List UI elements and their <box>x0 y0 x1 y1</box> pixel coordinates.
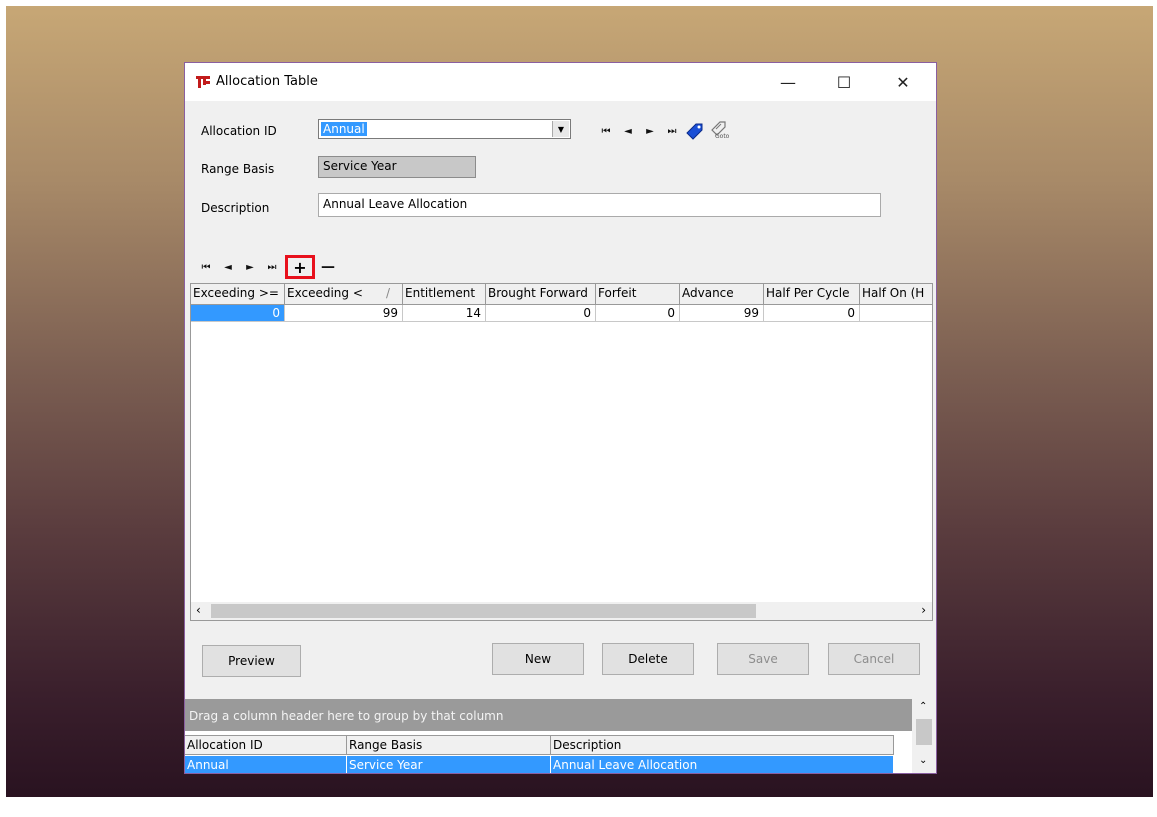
preview-button-label: Preview <box>228 654 275 668</box>
group-by-area[interactable]: Drag a column header here to group by th… <box>185 699 912 731</box>
allocation-grid[interactable]: Exceeding >= Exceeding < / Entitlement B… <box>190 283 933 621</box>
list-column-header[interactable]: Range Basis <box>347 735 551 755</box>
record-navigator: ⏮ ◄ ► ⏭ Goto <box>595 120 735 142</box>
grid-first-button[interactable]: ⏮ <box>195 258 217 276</box>
sort-indicator: / <box>385 286 390 300</box>
new-button[interactable]: New <box>492 643 584 675</box>
list-cell[interactable]: Annual Leave Allocation <box>551 756 894 773</box>
close-button[interactable]: ✕ <box>880 63 926 101</box>
delete-button-label: Delete <box>628 652 668 666</box>
delete-button[interactable]: Delete <box>602 643 694 675</box>
window-title: Allocation Table <box>216 74 318 89</box>
column-header[interactable]: Exceeding >= <box>191 284 285 304</box>
grid-header: Exceeding >= Exceeding < / Entitlement B… <box>191 284 932 305</box>
grid-cell[interactable]: 0 <box>764 305 860 322</box>
grid-navigator: ⏮ ◄ ► ⏭ + — <box>195 255 339 279</box>
column-header[interactable]: Advance <box>680 284 764 304</box>
grid-cell[interactable] <box>860 305 932 322</box>
scroll-left-icon[interactable]: ‹ <box>196 603 201 617</box>
preview-button[interactable]: Preview <box>202 645 301 677</box>
list-header: Allocation ID Range Basis Description <box>185 735 894 755</box>
maximize-button[interactable]: ☐ <box>821 63 867 101</box>
grid-cell[interactable]: 0 <box>191 305 285 322</box>
allocation-id-value: Annual <box>321 122 367 136</box>
allocation-list-panel: Drag a column header here to group by th… <box>185 699 936 773</box>
list-column-header[interactable]: Allocation ID <box>185 735 347 755</box>
range-basis-label: Range Basis <box>201 162 275 176</box>
minimize-button[interactable]: — <box>765 63 811 101</box>
cancel-button-label: Cancel <box>853 652 895 666</box>
goto-label: Goto <box>715 133 730 140</box>
grid-cell[interactable]: 99 <box>285 305 403 322</box>
column-header[interactable]: Entitlement <box>403 284 486 304</box>
range-basis-field: Service Year <box>318 156 476 178</box>
vertical-scrollbar[interactable]: ⌃ ⌄ <box>912 699 936 773</box>
grid-prev-button[interactable]: ◄ <box>217 258 239 276</box>
goto-button[interactable]: Goto <box>709 120 735 142</box>
remove-row-button[interactable]: — <box>317 258 339 276</box>
column-header[interactable]: Half On (H <box>860 284 932 304</box>
next-record-button[interactable]: ► <box>639 122 661 140</box>
grid-cell[interactable]: 14 <box>403 305 486 322</box>
column-header-label: Exceeding < <box>287 286 363 300</box>
column-header[interactable]: Brought Forward <box>486 284 596 304</box>
grid-last-button[interactable]: ⏭ <box>261 258 283 276</box>
description-input[interactable]: Annual Leave Allocation <box>318 193 881 217</box>
scrollbar-thumb[interactable] <box>916 719 932 745</box>
list-column-header[interactable]: Description <box>551 735 894 755</box>
column-header[interactable]: Forfeit <box>596 284 680 304</box>
chevron-down-icon[interactable]: ▼ <box>552 121 569 137</box>
app-icon <box>196 76 210 88</box>
title-bar: Allocation Table — ☐ ✕ <box>185 63 936 101</box>
tag-icon[interactable] <box>683 121 705 141</box>
grid-cell[interactable]: 99 <box>680 305 764 322</box>
scrollbar-thumb[interactable] <box>211 604 756 618</box>
cancel-button[interactable]: Cancel <box>828 643 920 675</box>
column-header[interactable]: Half Per Cycle <box>764 284 860 304</box>
allocation-id-label: Allocation ID <box>201 124 277 138</box>
grid-next-button[interactable]: ► <box>239 258 261 276</box>
first-record-button[interactable]: ⏮ <box>595 122 617 140</box>
save-button[interactable]: Save <box>717 643 809 675</box>
new-button-label: New <box>524 652 552 666</box>
table-row[interactable]: 0 99 14 0 0 99 0 <box>191 305 932 322</box>
add-row-button[interactable]: + <box>285 255 315 279</box>
allocation-table-window: Allocation Table — ☐ ✕ Allocation ID Ann… <box>184 62 937 774</box>
scroll-down-icon[interactable]: ⌄ <box>919 755 927 766</box>
scroll-up-icon[interactable]: ⌃ <box>919 701 927 712</box>
list-cell[interactable]: Annual <box>185 756 347 773</box>
list-item[interactable]: Annual Service Year Annual Leave Allocat… <box>185 756 894 773</box>
prev-record-button[interactable]: ◄ <box>617 122 639 140</box>
grid-cell[interactable]: 0 <box>596 305 680 322</box>
save-button-label: Save <box>748 652 778 666</box>
grid-cell[interactable]: 0 <box>486 305 596 322</box>
list-cell[interactable]: Service Year <box>347 756 551 773</box>
horizontal-scrollbar[interactable]: ‹ › <box>191 602 932 620</box>
last-record-button[interactable]: ⏭ <box>661 122 683 140</box>
allocation-id-select[interactable]: Annual ▼ <box>318 119 571 139</box>
description-label: Description <box>201 201 270 215</box>
column-header[interactable]: Exceeding < / <box>285 284 403 304</box>
scroll-right-icon[interactable]: › <box>921 603 926 617</box>
